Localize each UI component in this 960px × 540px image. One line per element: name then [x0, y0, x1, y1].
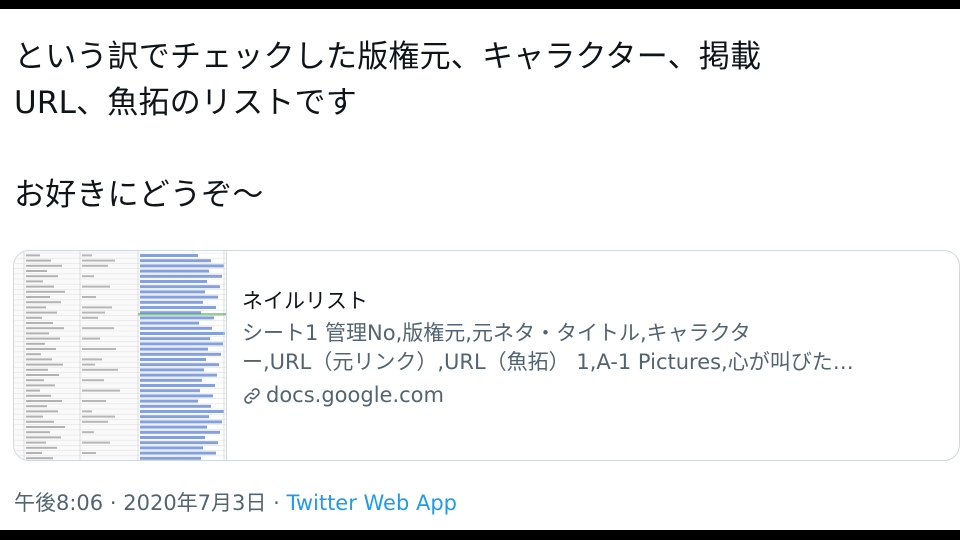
tweet-meta: 午後8:06 · 2020年7月3日 · Twitter Web App	[14, 488, 457, 518]
card-description-line: シート1 管理No,版権元,元ネタ・タイトル,キャラクタ	[242, 321, 751, 345]
tweet-time[interactable]: 午後8:06	[14, 491, 103, 515]
tweet-text-line: という訳でチェックした版権元、キャラクター、掲載	[14, 39, 762, 75]
card-description-line: ー,URL（元リンク）,URL（魚拓） 1,A-1 Pictures,心が叫びた…	[242, 350, 854, 374]
card-domain-text: docs.google.com	[266, 383, 444, 407]
link-card[interactable]: ネイルリスト シート1 管理No,版権元,元ネタ・タイトル,キャラクタ ー,UR…	[13, 250, 960, 461]
card-thumbnail[interactable]	[14, 251, 227, 460]
tweet-container: という訳でチェックした版権元、キャラクター、掲載 URL、魚拓のリストです お好…	[0, 9, 960, 530]
tweet-text-line: URL、魚拓のリストです	[14, 85, 357, 121]
card-title: ネイルリスト	[242, 289, 368, 313]
tweet-source-link[interactable]: Twitter Web App	[286, 491, 457, 515]
link-icon	[244, 387, 260, 404]
meta-separator: ·	[273, 491, 280, 515]
card-body: ネイルリスト シート1 管理No,版権元,元ネタ・タイトル,キャラクタ ー,UR…	[242, 287, 952, 410]
tweet-date[interactable]: 2020年7月3日	[123, 491, 266, 515]
tweet-text-line: お好きにどうぞ～	[14, 177, 264, 213]
spreadsheet-thumbnail-image	[14, 251, 226, 460]
tweet-text: という訳でチェックした版権元、キャラクター、掲載 URL、魚拓のリストです お好…	[14, 34, 950, 218]
meta-separator: ·	[109, 491, 117, 515]
card-description: シート1 管理No,版権元,元ネタ・タイトル,キャラクタ ー,URL（元リンク）…	[242, 319, 942, 377]
card-domain: docs.google.com	[242, 381, 952, 410]
